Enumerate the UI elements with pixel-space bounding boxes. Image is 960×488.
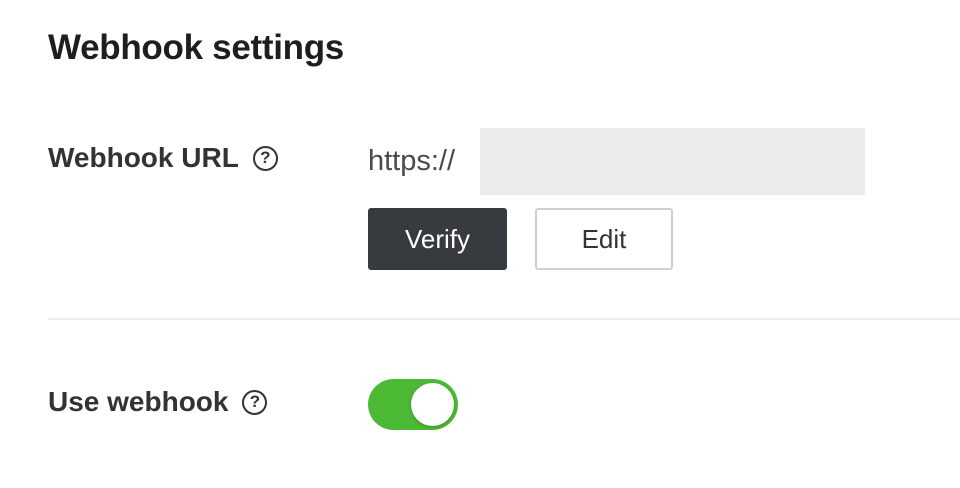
help-icon[interactable]: ? xyxy=(242,389,268,415)
verify-button[interactable]: Verify xyxy=(368,208,507,270)
use-webhook-label: Use webhook xyxy=(48,386,229,417)
webhook-url-label: Webhook URL xyxy=(48,142,239,173)
section-divider xyxy=(48,318,960,320)
redacted-url-mask xyxy=(480,128,865,195)
webhook-url-value: https:// xyxy=(368,144,456,177)
help-icon[interactable]: ? xyxy=(252,145,278,171)
use-webhook-label-row: Use webhook ? xyxy=(48,386,268,418)
use-webhook-toggle[interactable] xyxy=(368,379,458,430)
webhook-url-label-row: Webhook URL ? xyxy=(48,142,278,174)
toggle-knob[interactable] xyxy=(411,383,454,426)
page-title: Webhook settings xyxy=(48,28,344,67)
edit-button[interactable]: Edit xyxy=(535,208,673,270)
